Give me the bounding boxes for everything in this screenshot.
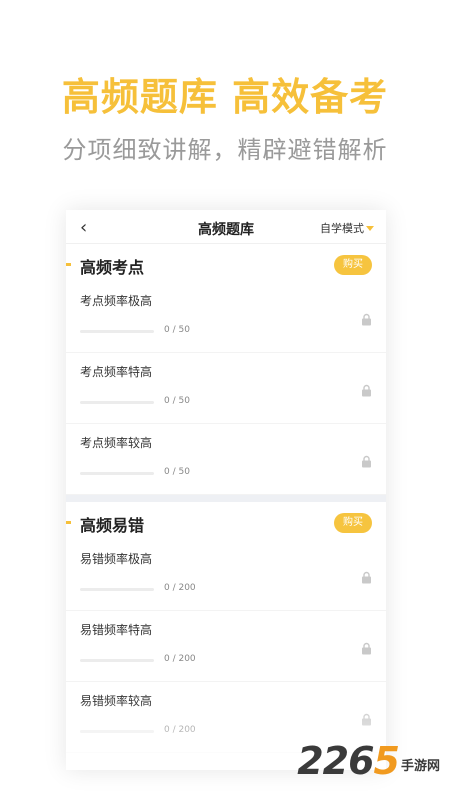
progress-count: 0 / 200 [164, 725, 196, 735]
navbar: ‹ 高频题库 自学模式 [66, 210, 386, 244]
progress-bar [80, 330, 154, 333]
buy-button[interactable]: 购买 [334, 513, 372, 533]
watermark-number-a: 22 [297, 739, 349, 783]
progress-bar [80, 588, 154, 591]
watermark-logo: 2265 手游网 [297, 742, 440, 780]
buy-button[interactable]: 购买 [334, 255, 372, 275]
progress-bar [80, 730, 154, 733]
section-title: 高频考点 [80, 258, 145, 277]
question-set-item[interactable]: 易错频率极高 0 / 200 [66, 540, 386, 611]
watermark-number-b: 6 [348, 739, 374, 783]
question-set-item[interactable]: 考点频率较高 0 / 50 [66, 424, 386, 495]
watermark-text: 手游网 [400, 759, 440, 774]
section-accent-bar [66, 263, 71, 266]
section-title: 高频易错 [80, 516, 145, 535]
promo-subline: 分项细致讲解，精辟避错解析 [62, 136, 388, 164]
item-title: 易错频率特高 [80, 623, 153, 637]
lock-icon [361, 311, 372, 326]
watermark-number-c: 5 [373, 739, 400, 783]
item-title: 考点频率极高 [80, 294, 153, 308]
item-title: 易错频率极高 [80, 552, 153, 566]
progress-count: 0 / 50 [164, 467, 190, 477]
question-set-item[interactable]: 易错频率特高 0 / 200 [66, 611, 386, 682]
question-set-item[interactable]: 考点频率特高 0 / 50 [66, 353, 386, 424]
progress-count: 0 / 50 [164, 325, 190, 335]
progress-count: 0 / 200 [164, 654, 196, 664]
lock-icon [361, 382, 372, 397]
item-title: 易错频率较高 [80, 694, 153, 708]
question-section: 高频考点 购买考点频率极高 0 / 50 考点频率特高 0 / 50 考点频率较高 0 / … [66, 244, 386, 495]
section-list: 高频考点 购买 考点频率极高 0 / 50 考点频率特高 0 / 50 考点频率较高 0 / … [66, 244, 386, 753]
progress-count: 0 / 200 [164, 583, 196, 593]
section-header: 高频易错 购买 [66, 502, 386, 540]
mode-label: 自学模式 [320, 222, 364, 235]
progress-count: 0 / 50 [164, 396, 190, 406]
lock-icon [361, 569, 372, 584]
section-divider [66, 495, 386, 502]
lock-icon [361, 453, 372, 468]
item-title: 考点频率较高 [80, 436, 153, 450]
question-section: 高频易错 购买易错频率极高 0 / 200 易错频率特高 0 / 200 易错频率较高 0 … [66, 502, 386, 753]
section-header: 高频考点 购买 [66, 244, 386, 282]
promo-headline: 高频题库 高效备考 [61, 75, 389, 119]
question-set-item[interactable]: 考点频率极高 0 / 50 [66, 282, 386, 353]
progress-bar [80, 472, 154, 475]
section-accent-bar [66, 521, 71, 524]
caret-down-icon [366, 225, 374, 231]
item-title: 考点频率特高 [80, 365, 153, 379]
progress-bar [80, 659, 154, 662]
progress-bar [80, 401, 154, 404]
lock-icon [361, 711, 372, 726]
lock-icon [361, 640, 372, 655]
mode-dropdown[interactable]: 自学模式 [320, 220, 374, 236]
app-screen: ‹ 高频题库 自学模式 高频考点 购买 考点频率极高 0 / 50 考点频率特高 0 / … [66, 210, 386, 770]
